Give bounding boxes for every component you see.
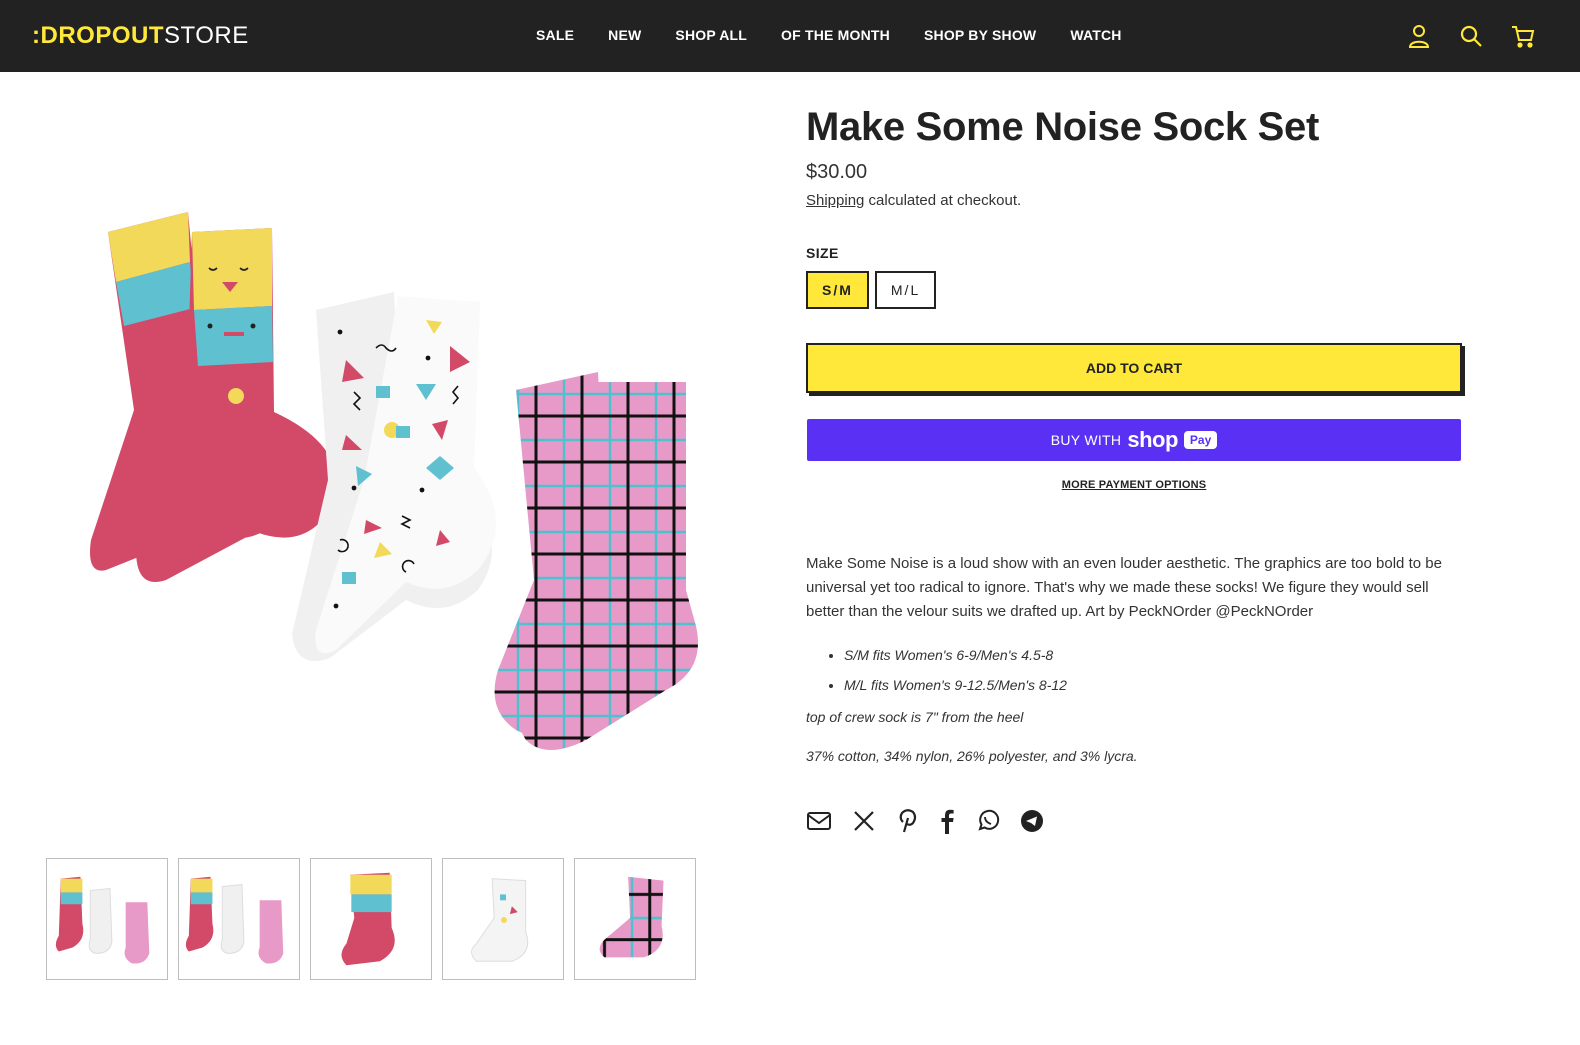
pinterest-icon[interactable] <box>896 808 918 834</box>
thumbnail-face-sock[interactable] <box>310 858 432 980</box>
share-bar <box>806 808 1064 834</box>
size-selector: S/M M/L <box>806 271 937 309</box>
nav-new[interactable]: NEW <box>608 26 641 44</box>
facebook-icon[interactable] <box>938 808 956 834</box>
logo-prefix: :DROPOUT <box>32 22 164 49</box>
cart-icon[interactable] <box>1510 23 1536 49</box>
product-price: $30.00 <box>806 161 868 183</box>
store-logo[interactable]: :DROPOUTSTORE <box>32 22 249 50</box>
sock-pair-plaid <box>494 372 698 750</box>
thumbnail-confetti-sock[interactable] <box>442 858 564 980</box>
telegram-icon[interactable] <box>1020 808 1044 834</box>
shop-pay-badge: Pay <box>1183 431 1218 449</box>
fit-bullet: S/M fits Women's 6-9/Men's 4.5-8 <box>844 640 1067 670</box>
header-actions <box>1406 23 1536 49</box>
nav-of-the-month[interactable]: OF THE MONTH <box>781 26 890 44</box>
shipping-note: Shipping calculated at checkout. <box>806 191 1021 211</box>
product-main-image[interactable] <box>46 150 726 790</box>
size-option-sm[interactable]: S/M <box>806 271 869 309</box>
size-label: SIZE <box>806 245 839 261</box>
logo-suffix: STORE <box>164 22 249 49</box>
more-payment-options-link[interactable]: MORE PAYMENT OPTIONS <box>806 479 1462 491</box>
nav-shop-all[interactable]: SHOP ALL <box>675 26 747 44</box>
site-header: :DROPOUTSTORE SALE NEW SHOP ALL OF THE M… <box>0 0 1580 72</box>
size-fit-list: S/M fits Women's 6-9/Men's 4.5-8 M/L fit… <box>844 640 1067 700</box>
nav-shop-by-show[interactable]: SHOP BY SHOW <box>924 26 1036 44</box>
sock-pair-face <box>90 212 337 582</box>
shop-pay-buy-with: BUY WITH <box>1050 432 1122 448</box>
shop-pay-button[interactable]: BUY WITH shop Pay <box>807 419 1461 461</box>
shop-pay-brand: shop <box>1127 427 1178 452</box>
size-option-ml[interactable]: M/L <box>874 271 937 309</box>
x-icon[interactable] <box>852 808 876 834</box>
sock-height-note: top of crew sock is 7" from the heel <box>806 709 1024 725</box>
search-icon[interactable] <box>1458 23 1484 49</box>
thumbnail-all-socks[interactable] <box>46 858 168 980</box>
product-description: Make Some Noise is a loud show with an e… <box>806 555 1442 620</box>
main-nav: SALE NEW SHOP ALL OF THE MONTH SHOP BY S… <box>536 26 1122 44</box>
add-to-cart-button[interactable]: ADD TO CART <box>806 343 1462 393</box>
thumbnail-all-socks-alt[interactable] <box>178 858 300 980</box>
material-note: 37% cotton, 34% nylon, 26% polyester, an… <box>806 748 1138 764</box>
whatsapp-icon[interactable] <box>976 808 1000 834</box>
shipping-link[interactable]: Shipping <box>806 192 864 209</box>
nav-watch[interactable]: WATCH <box>1070 26 1121 44</box>
shipping-text: calculated at checkout. <box>864 192 1022 209</box>
thumbnail-plaid-sock[interactable] <box>574 858 696 980</box>
fit-bullet: M/L fits Women's 9-12.5/Men's 8-12 <box>844 670 1067 700</box>
email-icon[interactable] <box>806 808 832 834</box>
product-title: Make Some Noise Sock Set <box>806 105 1320 149</box>
nav-sale[interactable]: SALE <box>536 26 574 44</box>
account-icon[interactable] <box>1406 23 1432 49</box>
thumbnail-strip <box>46 858 696 980</box>
